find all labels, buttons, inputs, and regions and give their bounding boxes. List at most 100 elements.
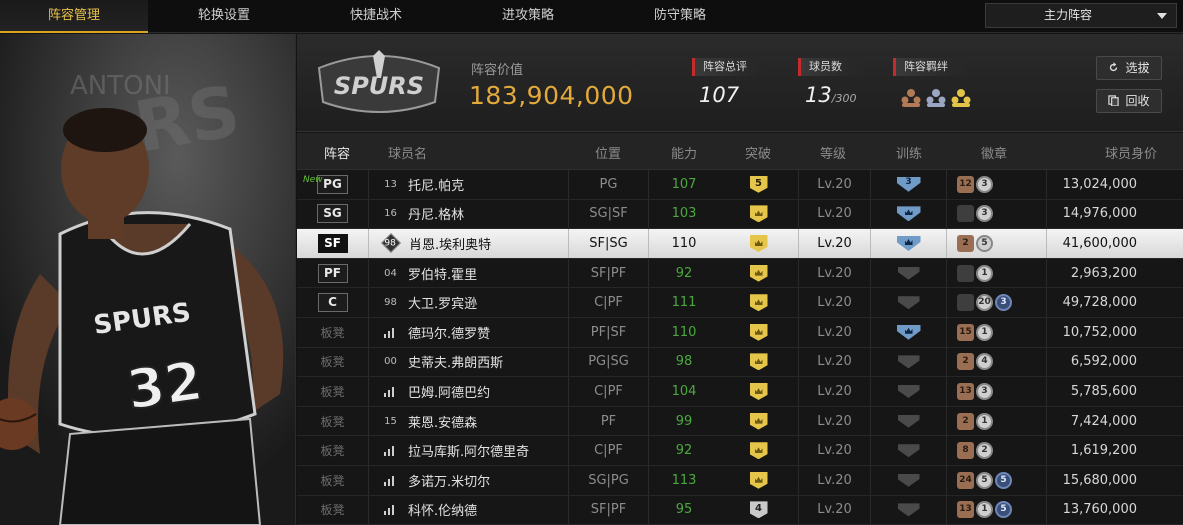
header-level[interactable]: 等级	[820, 143, 846, 162]
tab-lineup-management[interactable]: 阵容管理	[0, 0, 148, 33]
hero-player-portrait: RS ANTONI SPURS 32	[0, 34, 296, 525]
header-lineup[interactable]: 阵容	[324, 143, 350, 162]
player-ability: 95	[675, 502, 693, 518]
jersey-number: 00	[384, 356, 397, 368]
tab-quick-tactics[interactable]: 快捷战术	[300, 0, 452, 33]
table-row[interactable]: C 98 大卫.罗宾逊 C|PF 111 Lv.20 20 3 49,728,000	[297, 288, 1183, 318]
player-level: Lv.20	[799, 318, 871, 347]
tab-defense-strategy[interactable]: 防守策略	[604, 0, 756, 33]
training-wing-icon	[897, 384, 920, 398]
lineup-slot[interactable]: SF	[297, 229, 369, 258]
silver-badge-icon: 1	[976, 264, 993, 282]
table-row[interactable]: 板凳 00 史蒂夫.弗朗西斯 PG|SG 98 Lv.20 2 4 6,592,000	[297, 347, 1183, 378]
header-ability[interactable]: 能力	[671, 143, 697, 162]
player-name-cell: 00 史蒂夫.弗朗西斯	[369, 347, 569, 377]
training-wing-icon	[897, 503, 920, 517]
tab-offense-strategy[interactable]: 进攻策略	[452, 0, 604, 33]
table-row[interactable]: 板凳 拉马库斯.阿尔德里奇 C|PF 92 Lv.20 8 2 1,619,200	[297, 436, 1183, 466]
header-training[interactable]: 训练	[896, 143, 922, 162]
table-row[interactable]: 板凳 15 莱恩.安德森 PF 99 Lv.20 2 1 7,424,000	[297, 406, 1183, 437]
player-level: Lv.20	[799, 170, 871, 199]
breakthrough-shield-icon: 5	[749, 175, 768, 193]
header-badges[interactable]: 徽章	[981, 143, 1007, 162]
player-name: 科怀.伦纳德	[408, 504, 478, 520]
lineup-slot[interactable]: PF	[297, 258, 369, 288]
table-row[interactable]: 板凳 德玛尔.德罗赞 PF|SF 110 Lv.20 15 1 10,752,000	[297, 318, 1183, 348]
player-name-cell: 15 莱恩.安德森	[369, 406, 569, 436]
crown-icon	[754, 328, 763, 335]
lineup-slot[interactable]: 板凳	[297, 495, 369, 525]
header-price[interactable]: 球员身价	[1105, 143, 1157, 162]
header-name[interactable]: 球员名	[388, 143, 427, 162]
draft-button[interactable]: 选拔	[1096, 56, 1162, 80]
table-row[interactable]: New PG 13 托尼.帕克 PG 107 5 Lv.20 3 12 3 13,024,000	[297, 170, 1183, 200]
breakthrough-cell	[719, 377, 799, 406]
breakthrough-cell	[719, 288, 799, 317]
jersey-number: 04	[384, 267, 397, 279]
lineup-slot[interactable]: 板凳	[297, 406, 369, 436]
bench-label: 板凳	[320, 355, 345, 370]
training-wing-icon	[896, 206, 921, 222]
badges-cell: 13 3	[947, 377, 1047, 406]
player-price: 13,024,000	[1062, 176, 1137, 192]
player-level: Lv.20	[799, 377, 871, 406]
table-row[interactable]: PF 04 罗伯特.霍里 SF|PF 92 Lv.20 1 2,963,200	[297, 258, 1183, 289]
player-illustration: RS ANTONI SPURS 32	[0, 34, 295, 525]
top-nav: 阵容管理 轮换设置 快捷战术 进攻策略 防守策略 主力阵容	[0, 0, 1183, 33]
header-breakthrough[interactable]: 突破	[745, 143, 771, 162]
bronze-badge-icon: 2	[957, 353, 974, 371]
player-name-cell: 科怀.伦纳德	[369, 495, 569, 525]
lineup-slot[interactable]: 板凳	[297, 318, 369, 347]
breakthrough-cell	[719, 436, 799, 465]
starter-position-tag: SF	[317, 233, 348, 253]
blue-badge-icon: 5	[995, 471, 1012, 489]
player-name-cell: 98 大卫.罗宾逊	[369, 288, 569, 317]
breakthrough-cell	[719, 318, 799, 347]
player-level: Lv.20	[799, 199, 871, 229]
lineup-slot[interactable]: C	[297, 288, 369, 317]
crown-icon	[754, 417, 763, 424]
recycle-button[interactable]: 回收	[1096, 89, 1162, 113]
lineup-slot[interactable]: 板凳	[297, 436, 369, 465]
breakthrough-shield-icon: 4	[749, 501, 768, 519]
bench-label: 板凳	[320, 414, 345, 429]
training-level: 3	[905, 176, 912, 187]
chemistry-silver-icon	[926, 89, 946, 107]
refresh-icon	[1110, 62, 1118, 72]
lineup-slot[interactable]: SG	[297, 199, 369, 229]
lineup-slot[interactable]: 板凳	[297, 466, 369, 495]
lineup-value-label: 阵容价值	[471, 63, 524, 78]
header-position[interactable]: 位置	[595, 143, 621, 162]
player-price: 5,785,600	[1070, 383, 1137, 399]
table-row[interactable]: 板凳 多诺万.米切尔 SG|PG 113 Lv.20 24 5 5 15,680,000	[297, 466, 1183, 496]
player-ability: 111	[671, 295, 697, 311]
bench-label: 板凳	[320, 444, 345, 459]
table-row[interactable]: SF 98 肖恩.埃利奥特 SF|SG 110 Lv.20 2 5 41,600,000	[297, 229, 1183, 259]
table-row[interactable]: SG 16 丹尼.格林 SG|SF 103 Lv.20 3 14,976,000	[297, 199, 1183, 230]
breakthrough-cell	[719, 258, 799, 288]
bronze-badge-icon	[957, 264, 974, 282]
player-level: Lv.20	[799, 406, 871, 436]
player-ability: 103	[671, 206, 697, 222]
training-cell	[871, 466, 947, 495]
player-name-cell: 巴姆.阿德巴约	[369, 377, 569, 406]
starter-position-tag: C	[317, 293, 348, 313]
player-position: SG|PG	[569, 466, 649, 495]
player-price: 10,752,000	[1062, 324, 1137, 340]
tab-rotation-settings[interactable]: 轮换设置	[148, 0, 300, 33]
lineup-slot[interactable]: 板凳	[297, 377, 369, 406]
chemistry-gold-icon	[951, 89, 971, 107]
bronze-badge-icon: 2	[957, 234, 974, 252]
table-row[interactable]: 板凳 科怀.伦纳德 SF|PF 95 4 Lv.20 13 1 5 13,760,000	[297, 495, 1183, 525]
table-row[interactable]: 板凳 巴姆.阿德巴约 C|PF 104 Lv.20 13 3 5,785,600	[297, 377, 1183, 407]
lineup-screen: 阵容管理 轮换设置 快捷战术 进攻策略 防守策略 主力阵容 RS ANTONI	[0, 0, 1183, 525]
breakthrough-shield-icon	[749, 234, 768, 252]
training-wing-icon	[896, 235, 921, 251]
breakthrough-cell	[719, 406, 799, 436]
crown-icon	[754, 447, 763, 454]
chemistry-label: 阵容羁绊	[893, 58, 965, 76]
lineup-dropdown[interactable]: 主力阵容	[985, 3, 1177, 28]
lineup-slot[interactable]: New PG	[297, 170, 369, 199]
training-wing-icon	[897, 296, 920, 310]
lineup-slot[interactable]: 板凳	[297, 347, 369, 377]
